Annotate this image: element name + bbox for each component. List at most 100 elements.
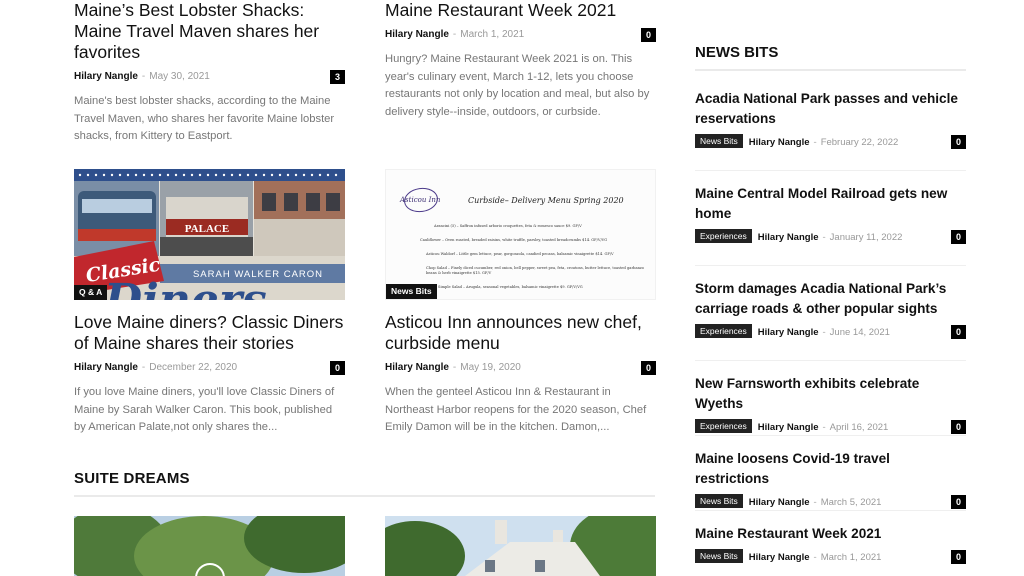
comment-count[interactable]: 0	[951, 135, 966, 149]
suite-dreams-thumbnail-1[interactable]	[74, 516, 345, 576]
comment-count[interactable]: 0	[951, 325, 966, 339]
comment-count[interactable]: 0	[641, 361, 656, 375]
author-link[interactable]: Hilary Nangle	[74, 362, 138, 373]
author-link[interactable]: Hilary Nangle	[749, 137, 810, 148]
post-date: January 11, 2022	[829, 232, 903, 243]
comment-count[interactable]: 0	[951, 420, 966, 434]
article-meta: Hilary Nangle - December 22, 2020 0	[74, 360, 345, 376]
author-link[interactable]: Hilary Nangle	[758, 232, 819, 243]
meta-separator: -	[813, 552, 817, 563]
meta-separator: -	[141, 71, 146, 82]
article-lobster-shacks: Maine’s Best Lobster Shacks: Maine Trave…	[74, 0, 345, 146]
meta-separator: -	[141, 362, 146, 373]
meta-separator: -	[813, 137, 817, 148]
sidebar-item: Maine Restaurant Week 2021 News Bits Hila…	[695, 524, 966, 565]
article-excerpt: Hungry? Maine Restaurant Week 2021 is on…	[385, 53, 650, 118]
sidebar-item-title[interactable]: Maine Central Model Railroad gets new ho…	[695, 184, 966, 224]
sidebar-item: Acadia National Park passes and vehicle …	[695, 89, 966, 150]
article-meta: Hilary Nangle - May 30, 2021 3	[74, 69, 345, 85]
post-date: May 19, 2020	[460, 362, 521, 373]
article-title[interactable]: Maine Restaurant Week 2021	[385, 0, 656, 21]
post-date: March 1, 2021	[460, 29, 525, 40]
article-title[interactable]: Asticou Inn announces new chef, curbside…	[385, 312, 656, 354]
author-link[interactable]: Hilary Nangle	[749, 552, 810, 563]
sidebar-item-divider	[695, 435, 966, 436]
suite-dreams-thumbnail-2[interactable]	[385, 516, 656, 576]
sidebar-item-title[interactable]: Maine loosens Covid-19 travel restrictio…	[695, 449, 966, 489]
menu-heading: Curbside– Delivery Menu Spring 2020	[468, 196, 624, 205]
author-link[interactable]: Hilary Nangle	[385, 362, 449, 373]
author-link[interactable]: Hilary Nangle	[758, 327, 819, 338]
article-meta: Hilary Nangle - May 19, 2020 0	[385, 360, 656, 376]
category-tag[interactable]: Experiences	[695, 229, 752, 243]
sidebar-divider	[695, 69, 966, 71]
book-title-big: Diners	[102, 275, 267, 300]
sidebar-item-title[interactable]: Storm damages Acadia National Park’s car…	[695, 279, 966, 319]
post-date: March 1, 2021	[820, 552, 882, 563]
sidebar-item-meta: News Bits Hilary Nangle - March 1, 2021 0	[695, 549, 966, 565]
post-date: June 14, 2021	[829, 327, 890, 338]
article-title[interactable]: Love Maine diners? Classic Diners of Mai…	[74, 312, 345, 354]
sidebar-item-meta: Experiences Hilary Nangle - April 16, 2021 …	[695, 419, 966, 435]
sidebar-item-divider	[695, 265, 966, 266]
section-title[interactable]: SUITE DREAMS	[74, 470, 190, 487]
diners-book-thumbnail[interactable]: PALACE SARAH WALKER CARON Classic Diners…	[74, 169, 345, 300]
sidebar-item-title[interactable]: Maine Restaurant Week 2021	[695, 524, 966, 544]
meta-separator: -	[822, 327, 826, 338]
article-title[interactable]: Maine’s Best Lobster Shacks: Maine Trave…	[74, 0, 345, 63]
author-link[interactable]: Hilary Nangle	[758, 422, 819, 433]
house-photo	[385, 516, 656, 576]
author-link[interactable]: Hilary Nangle	[385, 29, 449, 40]
sidebar-item-divider	[695, 170, 966, 171]
category-tag[interactable]: Experiences	[695, 324, 752, 338]
post-date: April 16, 2021	[829, 422, 889, 433]
post-date: March 5, 2021	[820, 497, 882, 508]
article-excerpt: Maine's best lobster shacks, according t…	[74, 95, 335, 142]
meta-separator: -	[813, 497, 817, 508]
comment-count[interactable]: 0	[951, 495, 966, 509]
meta-separator: -	[822, 422, 826, 433]
category-tag[interactable]: Q & A	[74, 285, 108, 300]
palace-sign: PALACE	[185, 223, 229, 235]
sidebar-item-title[interactable]: New Farnsworth exhibits celebrate Wyeths	[695, 374, 966, 414]
comment-count[interactable]: 0	[330, 361, 345, 375]
article-asticou-inn: Asticou Inn announces new chef, curbside…	[385, 312, 656, 437]
menu-line: Simple Salad – Arugula, seasonal vegetab…	[438, 285, 583, 289]
sidebar-item-meta: Experiences Hilary Nangle - June 14, 2021 0	[695, 324, 966, 340]
menu-line: Cauliflower – Oven roasted, breaded rais…	[420, 238, 608, 242]
post-date: May 30, 2021	[149, 71, 210, 82]
category-tag[interactable]: News Bits	[695, 134, 743, 148]
article-excerpt: When the genteel Asticou Inn & Restauran…	[385, 386, 647, 433]
sidebar-item: Maine Central Model Railroad gets new ho…	[695, 184, 966, 245]
sidebar-item-title[interactable]: Acadia National Park passes and vehicle …	[695, 89, 966, 129]
comment-count[interactable]: 0	[641, 28, 656, 42]
tree-photo	[74, 516, 345, 576]
meta-separator: -	[822, 232, 826, 243]
category-tag[interactable]: News Bits	[386, 284, 437, 299]
sidebar-item-divider	[695, 510, 966, 511]
comment-count[interactable]: 3	[330, 70, 345, 84]
category-tag[interactable]: News Bits	[695, 494, 743, 508]
asticou-menu-thumbnail[interactable]: Asticou Inn Curbside– Delivery Menu Spri…	[385, 169, 656, 300]
sidebar-title[interactable]: NEWS BITS	[695, 44, 778, 61]
article-restaurant-week: Maine Restaurant Week 2021 Hilary Nangle…	[385, 0, 656, 121]
sidebar-item: New Farnsworth exhibits celebrate Wyeths…	[695, 374, 966, 435]
sidebar-item-meta: News Bits Hilary Nangle - February 22, 2022…	[695, 134, 966, 150]
article-meta: Hilary Nangle - March 1, 2021 0	[385, 27, 656, 43]
comment-count[interactable]: 0	[951, 230, 966, 244]
sidebar-item: Maine loosens Covid-19 travel restrictio…	[695, 449, 966, 510]
post-date: February 22, 2022	[820, 137, 899, 148]
meta-separator: -	[452, 362, 457, 373]
menu-line: Chop Salad – Finely diced cucumber, red …	[426, 266, 644, 275]
sidebar-item-meta: Experiences Hilary Nangle - January 11, 202…	[695, 229, 966, 245]
section-divider	[74, 495, 655, 497]
diners-book-cover: PALACE SARAH WALKER CARON Classic Diners	[74, 169, 345, 300]
post-date: December 22, 2020	[149, 362, 238, 373]
sidebar-item-meta: News Bits Hilary Nangle - March 5, 2021 0	[695, 494, 966, 510]
author-link[interactable]: Hilary Nangle	[749, 497, 810, 508]
author-link[interactable]: Hilary Nangle	[74, 71, 138, 82]
category-tag[interactable]: News Bits	[695, 549, 743, 563]
comment-count[interactable]: 0	[951, 550, 966, 564]
category-tag[interactable]: Experiences	[695, 419, 752, 433]
article-classic-diners: Love Maine diners? Classic Diners of Mai…	[74, 312, 345, 437]
